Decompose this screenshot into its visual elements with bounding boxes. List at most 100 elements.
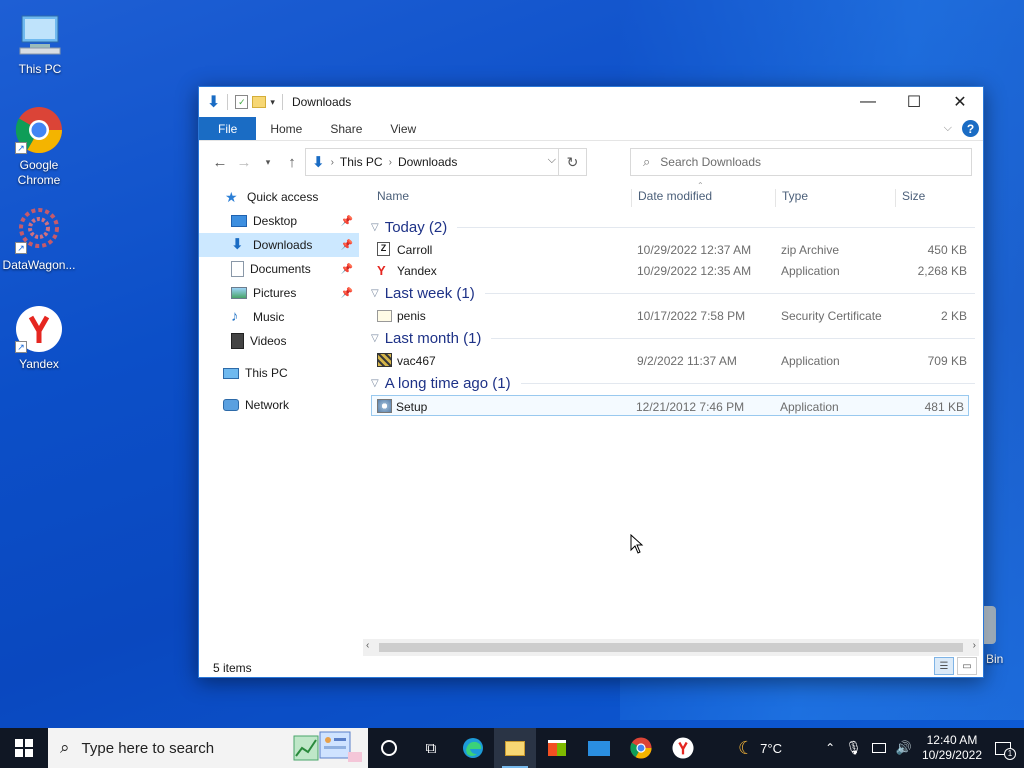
chevron-right-icon: ›: [388, 156, 392, 168]
details-view-button[interactable]: ☰: [934, 657, 954, 675]
table-row[interactable]: vac467 9/2/2022 11:37 AM Application 709…: [367, 350, 979, 371]
column-header-type[interactable]: Type: [775, 189, 808, 207]
desktop-icon-datawagon[interactable]: ↗ DataWagon...: [1, 206, 77, 273]
address-dropdown-icon[interactable]: ⌵: [548, 154, 556, 167]
quick-access-dropdown-icon[interactable]: ▾: [270, 97, 275, 108]
tab-home[interactable]: Home: [256, 117, 316, 140]
clock[interactable]: 12:40 AM 10/29/2022: [922, 733, 982, 763]
sidebar-item-pictures[interactable]: Pictures 📌: [199, 281, 359, 305]
downloads-icon: ⬇: [231, 236, 244, 253]
clock-time: 12:40 AM: [926, 733, 978, 747]
taskbar-file-explorer[interactable]: [494, 728, 536, 768]
scrollbar-thumb[interactable]: [379, 643, 963, 652]
microphone-icon[interactable]: 🎙: [845, 740, 862, 756]
task-view-cortana-button[interactable]: [368, 728, 410, 768]
sidebar-item-music[interactable]: ♪ Music: [199, 305, 359, 329]
setup-icon: [377, 399, 392, 413]
taskbar-search-box[interactable]: ⌕ Type here to search: [48, 728, 368, 768]
taskbar-chrome[interactable]: [620, 728, 662, 768]
group-header-long-time-ago[interactable]: ▽ A long time ago (1): [367, 371, 979, 395]
column-header-date[interactable]: Date modified: [631, 189, 712, 207]
title-bar[interactable]: ⬇ ✓ ▾ Downloads — ☐ ✕: [199, 87, 983, 117]
start-button[interactable]: [0, 728, 48, 768]
notifications-button[interactable]: 1: [992, 738, 1016, 760]
desktop-icon-yandex[interactable]: ↗ Yandex: [1, 305, 77, 372]
pictures-icon: [231, 287, 247, 299]
tab-share[interactable]: Share: [316, 117, 376, 140]
back-button[interactable]: ←: [209, 151, 231, 173]
taskbar-mail[interactable]: [578, 728, 620, 768]
sidebar-item-videos[interactable]: Videos: [199, 329, 359, 353]
minimize-button[interactable]: —: [845, 87, 891, 117]
address-bar[interactable]: ⬇ › This PC › Downloads ⌵ ↻: [305, 148, 587, 176]
breadcrumb-downloads[interactable]: Downloads: [398, 155, 457, 169]
this-pc-icon: [223, 367, 239, 379]
group-label: A long time ago (1): [384, 374, 511, 392]
recent-locations-icon[interactable]: ▾: [257, 151, 279, 173]
help-button[interactable]: ?: [962, 120, 979, 137]
sidebar-item-this-pc[interactable]: This PC: [199, 361, 359, 385]
file-date: 10/29/2022 12:35 AM: [637, 264, 752, 278]
new-folder-icon[interactable]: [252, 96, 267, 108]
notification-count-badge: 1: [1004, 748, 1016, 760]
file-size: 709 KB: [927, 354, 967, 368]
properties-icon[interactable]: ✓: [235, 95, 249, 109]
group-label: Today (2): [384, 218, 448, 236]
group-header-last-month[interactable]: ▽ Last month (1): [367, 326, 979, 350]
column-header-size[interactable]: Size: [895, 189, 925, 207]
taskbar-store[interactable]: [536, 728, 578, 768]
table-row[interactable]: Y Yandex 10/29/2022 12:35 AM Application…: [367, 260, 979, 281]
network-status-icon[interactable]: [871, 743, 886, 753]
star-icon: ★: [225, 189, 238, 205]
maximize-button[interactable]: ☐: [891, 87, 937, 117]
sidebar-item-downloads[interactable]: ⬇ Downloads 📌: [199, 233, 359, 257]
sidebar-item-label: Downloads: [253, 238, 313, 252]
system-tray: ⌃ 🎙 🔊 12:40 AM 10/29/2022 1: [825, 728, 1024, 768]
desktop-icon-chrome[interactable]: ↗ Google Chrome: [1, 106, 77, 188]
file-name: penis: [397, 309, 426, 323]
horizontal-scrollbar[interactable]: ‹ ›: [363, 639, 979, 656]
refresh-button[interactable]: ↻: [558, 149, 586, 175]
file-type: Application: [780, 400, 839, 414]
table-row[interactable]: Setup 12/21/2012 7:46 PM Application 481…: [371, 395, 969, 416]
expand-ribbon-icon[interactable]: ⌵: [944, 122, 952, 135]
volume-icon[interactable]: 🔊: [896, 740, 912, 756]
yandex-icon: Y: [377, 263, 386, 278]
scroll-left-icon[interactable]: ‹: [366, 640, 369, 651]
recycle-bin-icon[interactable]: [982, 606, 996, 644]
sidebar-item-network[interactable]: Network: [199, 393, 359, 417]
sidebar-item-desktop[interactable]: Desktop 📌: [199, 209, 359, 233]
group-header-today[interactable]: ▽ Today (2): [367, 215, 979, 239]
column-header-name[interactable]: Name: [371, 189, 409, 207]
file-type: Application: [781, 354, 840, 368]
sidebar-item-quick-access[interactable]: ★ Quick access: [199, 185, 359, 209]
chrome-icon: ↗: [15, 106, 63, 154]
search-input[interactable]: ⌕ Search Downloads: [630, 148, 972, 176]
group-header-last-week[interactable]: ▽ Last week (1): [367, 281, 979, 305]
shortcut-arrow-icon: ↗: [15, 341, 27, 353]
taskbar-edge[interactable]: [452, 728, 494, 768]
downloads-folder-icon: ⬇: [312, 154, 325, 171]
taskbar-yandex[interactable]: [662, 728, 704, 768]
up-button[interactable]: ↑: [281, 151, 303, 173]
tab-view[interactable]: View: [376, 117, 430, 140]
desktop-icon-this-pc[interactable]: This PC: [2, 10, 78, 77]
datawagon-icon: ↗: [15, 206, 63, 254]
weather-widget[interactable]: ☾ 7°C: [738, 738, 782, 759]
scroll-right-icon[interactable]: ›: [973, 640, 976, 651]
close-button[interactable]: ✕: [937, 87, 983, 117]
tab-file[interactable]: File: [199, 117, 257, 140]
table-row[interactable]: Z Carroll 10/29/2022 12:37 AM zip Archiv…: [367, 239, 979, 260]
file-type: Security Certificate: [781, 309, 882, 323]
show-hidden-icons-icon[interactable]: ⌃: [825, 741, 835, 755]
ribbon-tabs: File Home Share View ⌵ ?: [199, 117, 983, 141]
task-view-button[interactable]: ⧉: [410, 728, 452, 768]
recycle-bin-label: Bin: [986, 652, 1004, 666]
large-icons-view-button[interactable]: ▭: [957, 657, 977, 675]
table-row[interactable]: penis 10/17/2022 7:58 PM Security Certif…: [367, 305, 979, 326]
forward-button[interactable]: →: [233, 151, 255, 173]
sidebar-item-documents[interactable]: Documents 📌: [199, 257, 359, 281]
edge-icon: [463, 738, 483, 758]
breadcrumb-this-pc[interactable]: This PC: [340, 155, 383, 169]
file-explorer-window: ⬇ ✓ ▾ Downloads — ☐ ✕ File Home Share Vi…: [198, 86, 984, 678]
